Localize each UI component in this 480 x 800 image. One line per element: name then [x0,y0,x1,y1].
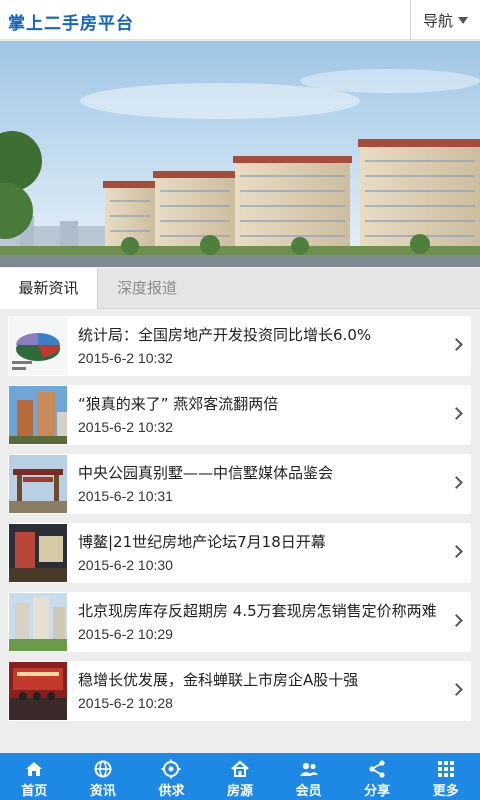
list-item[interactable]: 北京现房库存反超期房 4.5万套现房怎销售定价称两难 2015-6-2 10:2… [8,592,471,652]
news-title: 稳增长优发展，金科蝉联上市房企A股十强 [78,671,359,689]
list-item[interactable]: “狼真的来了” 燕郊客流翻两倍 2015-6-2 10:32 [8,385,471,445]
pie-chart-thumbnail [9,317,67,375]
news-date: 2015-6-2 10:31 [78,488,173,504]
news-title: 中央公园真别墅——中信墅媒体品鉴会 [78,464,334,482]
list-item[interactable]: 博鳌|21世纪房地产论坛7月18日开幕 2015-6-2 10:30 [8,523,471,583]
share-icon [369,760,385,778]
list-item[interactable]: 统计局：全国房地产开发投资同比增长6.0% 2015-6-2 10:32 [8,316,471,376]
news-title: 博鳌|21世纪房地产论坛7月18日开幕 [78,533,326,551]
news-title: 统计局：全国房地产开发投资同比增长6.0% [78,326,372,344]
footer-item-share[interactable]: 分享 [343,753,412,800]
app-header: 掌上二手房平台 导航 [0,0,480,40]
dropdown-triangle-icon [458,16,468,24]
list-item[interactable]: 稳增长优发展，金科蝉联上市房企A股十强 2015-6-2 10:28 [8,661,471,721]
users-icon [300,762,318,776]
stage-thumbnail [9,662,67,720]
home-icon [26,762,43,776]
tab-latest-news[interactable]: 最新资讯 [0,268,98,309]
footer-label: 首页 [21,784,48,799]
nav-label: 导航 [422,11,453,30]
grid-icon [437,761,454,777]
apartments-thumbnail [9,593,67,651]
news-date: 2015-6-2 10:30 [78,557,173,573]
footer-label: 更多 [432,784,459,799]
globe-icon [94,760,112,778]
footer-item-listings[interactable]: 房源 [206,753,275,800]
forum-thumbnail [9,524,67,582]
news-date: 2015-6-2 10:28 [78,695,173,711]
news-date: 2015-6-2 10:32 [78,350,173,366]
banner-image[interactable] [0,41,480,267]
footer-item-home[interactable]: 首页 [0,753,69,800]
nav-menu-button[interactable]: 导航 [410,0,480,40]
news-date: 2015-6-2 10:32 [78,419,173,435]
footer-label: 供求 [158,784,185,799]
news-date: 2015-6-2 10:29 [78,626,173,642]
footer-item-supply[interactable]: 供求 [137,753,206,800]
footer-item-more[interactable]: 更多 [411,753,480,800]
tab-in-depth[interactable]: 深度报道 [98,268,196,309]
bottom-nav: 首页 资讯 供求 房源 会员 分享 更多 [0,753,480,800]
footer-label: 分享 [364,784,391,799]
list-item[interactable]: 中央公园真别墅——中信墅媒体品鉴会 2015-6-2 10:31 [8,454,471,514]
gate-thumbnail [9,455,67,513]
house-icon [231,760,249,777]
footer-item-members[interactable]: 会员 [274,753,343,800]
news-title: “狼真的来了” 燕郊客流翻两倍 [78,395,279,413]
footer-label: 会员 [295,784,322,799]
footer-label: 资讯 [89,784,116,799]
news-tabs: 最新资讯 深度报道 [0,268,480,309]
footer-label: 房源 [227,784,254,799]
news-title: 北京现房库存反超期房 4.5万套现房怎销售定价称两难 [78,602,437,620]
app-title: 掌上二手房平台 [8,14,134,34]
target-icon [161,759,181,779]
footer-item-news[interactable]: 资讯 [69,753,138,800]
building-thumbnail [9,386,67,444]
